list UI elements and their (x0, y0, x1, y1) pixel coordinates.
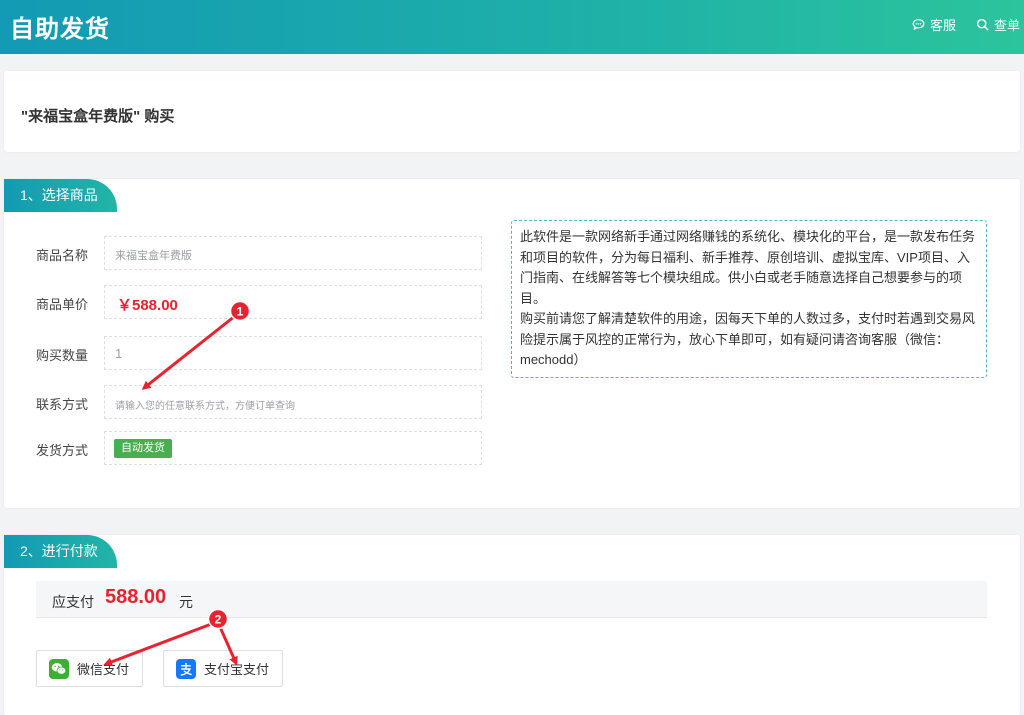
top-header: 自助发货 客服 查单 (0, 0, 1024, 54)
contact-label: 联系方式 (36, 397, 89, 412)
unit-price-label: 商品单价 (36, 297, 89, 312)
customer-service-link[interactable]: 客服 (912, 15, 956, 34)
customer-service-label: 客服 (929, 18, 956, 33)
section-tab-select: 1、选择商品 (4, 179, 117, 212)
product-name-field: 来福宝盒年费版 (104, 236, 482, 270)
order-lookup-label: 查单 (993, 18, 1020, 33)
amount-due-label: 应支付 (52, 594, 94, 610)
amount-due-bar: 应支付 588.00 元 (36, 581, 987, 618)
contact-placeholder: 请输入您的任意联系方式，方便订单查询 (115, 401, 295, 412)
quantity-value: 1 (115, 346, 123, 361)
section-tab-payment: 2、进行付款 (4, 535, 117, 568)
unit-price-field: ￥588.00 (104, 285, 482, 319)
chat-icon (912, 19, 925, 31)
header-nav: 客服 查单 (892, 15, 1020, 34)
select-product-card: 1、选择商品 商品名称 来福宝盒年费版 商品单价 ￥588.00 购买数量 1 … (4, 179, 1020, 508)
amount-due-unit: 元 (179, 594, 193, 610)
wechat-icon (49, 658, 69, 679)
product-purchase-title: "来福宝盒年费版" 购买 (21, 108, 175, 125)
product-description: 此软件是一款网络新手通过网络赚钱的系统化、模块化的平台，是一款发布任务和项目的软… (511, 220, 987, 378)
description-paragraph: 购买前请您了解清楚软件的用途，因每天下单的人数过多，支付时若遇到交易风险提示属于… (520, 311, 976, 367)
quantity-input[interactable]: 1 (104, 336, 482, 370)
product-title-card: "来福宝盒年费版" 购买 (4, 71, 1020, 152)
wechat-pay-button[interactable]: 微信支付 (36, 650, 143, 687)
alipay-button[interactable]: 支付宝支付 (163, 650, 283, 687)
search-icon (976, 18, 989, 31)
alipay-label: 支付宝支付 (204, 662, 270, 677)
order-lookup-link[interactable]: 查单 (976, 15, 1020, 34)
description-paragraph: 此软件是一款网络新手通过网络赚钱的系统化、模块化的平台，是一款发布任务和项目的软… (520, 229, 976, 306)
wechat-pay-label: 微信支付 (77, 662, 130, 677)
alipay-icon (176, 658, 196, 679)
site-title[interactable]: 自助发货 (10, 9, 110, 44)
product-name-value: 来福宝盒年费版 (115, 250, 192, 262)
delivery-field: 自动发货 (104, 431, 482, 465)
amount-due-value: 588.00 (105, 586, 167, 608)
unit-price-value: ￥588.00 (117, 297, 178, 314)
delivery-label: 发货方式 (36, 443, 89, 458)
contact-input[interactable]: 请输入您的任意联系方式，方便订单查询 (104, 385, 482, 419)
payment-card: 2、进行付款 应支付 588.00 元 微信支付 支付宝支付 (4, 535, 1020, 715)
quantity-label: 购买数量 (36, 348, 89, 363)
product-name-label: 商品名称 (36, 248, 89, 263)
auto-delivery-badge: 自动发货 (114, 439, 172, 458)
